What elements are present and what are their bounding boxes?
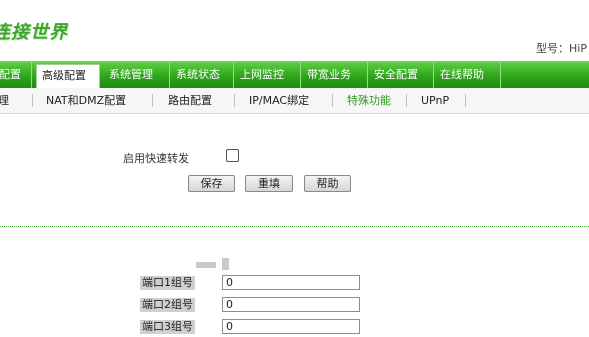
section-divider bbox=[0, 226, 589, 227]
subnav-item-upnp[interactable]: UPnP bbox=[421, 88, 449, 113]
nav-item-system-status[interactable]: 系统状态 bbox=[171, 62, 234, 88]
help-button[interactable]: 帮助 bbox=[304, 175, 351, 192]
nav-item-bandwidth[interactable]: 带宽业务 bbox=[302, 62, 368, 88]
port1-group-label: 端口1组号 bbox=[140, 276, 195, 290]
subnav-item-manage[interactable]: 理 bbox=[0, 88, 9, 113]
subnav-item-routing[interactable]: 路由配置 bbox=[168, 88, 212, 113]
subnav-separator bbox=[32, 94, 33, 107]
nav-item-security-config[interactable]: 安全配置 bbox=[369, 62, 434, 88]
subnav-item-nat-dmz[interactable]: NAT和DMZ配置 bbox=[46, 88, 126, 113]
fast-forward-label: 启用快速转发 bbox=[123, 152, 189, 165]
reset-button[interactable]: 重填 bbox=[245, 175, 293, 192]
fast-forward-checkbox[interactable] bbox=[226, 149, 239, 162]
port3-group-label: 端口3组号 bbox=[140, 320, 195, 334]
subnav-item-special-functions[interactable]: 特殊功能 bbox=[347, 88, 391, 113]
nav-item-advanced-config[interactable]: 高级配置 bbox=[36, 64, 100, 88]
subnav-item-ip-mac-binding[interactable]: IP/MAC绑定 bbox=[249, 88, 309, 113]
subnav-separator bbox=[332, 94, 333, 107]
nav-item-online-help[interactable]: 在线帮助 bbox=[435, 62, 501, 88]
subnav-separator bbox=[465, 94, 466, 107]
subnav-separator bbox=[152, 94, 153, 107]
port3-group-input[interactable] bbox=[222, 319, 360, 334]
port1-group-input[interactable] bbox=[222, 275, 360, 290]
nav-item-config[interactable]: 配置 bbox=[0, 62, 32, 88]
subnav-separator bbox=[234, 94, 235, 107]
brand-logo: 连接世界 bbox=[0, 22, 68, 43]
main-nav: 配置 高级配置 系统管理 系统状态 上网监控 带宽业务 安全配置 在线帮助 bbox=[0, 61, 589, 89]
model-label: 型号：HiP bbox=[536, 42, 587, 55]
sub-nav: 理 NAT和DMZ配置 路由配置 IP/MAC绑定 特殊功能 UPnP bbox=[0, 88, 589, 114]
subnav-separator bbox=[406, 94, 407, 107]
save-button[interactable]: 保存 bbox=[188, 175, 235, 192]
placeholder-block bbox=[196, 262, 216, 268]
nav-item-system-management[interactable]: 系统管理 bbox=[104, 62, 170, 88]
nav-item-online-monitor[interactable]: 上网监控 bbox=[235, 62, 301, 88]
port2-group-label: 端口2组号 bbox=[140, 298, 195, 312]
port2-group-input[interactable] bbox=[222, 297, 360, 312]
placeholder-block bbox=[222, 258, 229, 270]
